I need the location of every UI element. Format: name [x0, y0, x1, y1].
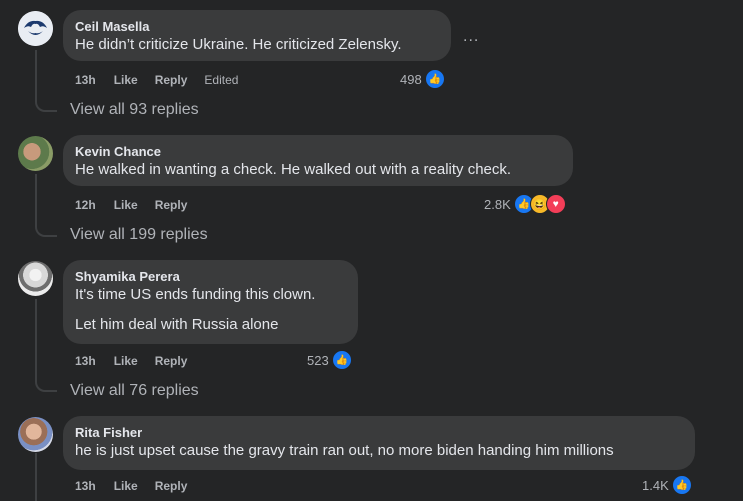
reaction-count: 1.4K — [642, 477, 669, 493]
thread-curve — [35, 378, 57, 392]
like-button[interactable]: Like — [114, 354, 138, 368]
love-reaction-icon: ♥ — [545, 194, 566, 214]
thread-line — [35, 453, 37, 501]
comment-timestamp[interactable]: 13h — [75, 479, 96, 493]
comment-bubble: Shyamika Perera It's time US ends fundin… — [63, 260, 358, 344]
like-button[interactable]: Like — [114, 198, 138, 212]
penn-state-logo-icon — [18, 11, 53, 46]
comment-text: He walked in wanting a check. He walked … — [75, 161, 512, 178]
avatar[interactable] — [18, 136, 53, 171]
edited-label[interactable]: Edited — [204, 73, 238, 87]
thread-line — [35, 174, 37, 224]
thread-curve — [35, 98, 57, 112]
comment-text: Let him deal with Russia alone — [75, 316, 279, 333]
comment-actions: 13h Like Reply Edited — [75, 73, 255, 87]
comment-author[interactable]: Shyamika Perera — [75, 268, 346, 285]
thread-line — [35, 50, 37, 100]
reply-button[interactable]: Reply — [155, 198, 188, 212]
reply-button[interactable]: Reply — [155, 73, 188, 87]
comment-text: He didn’t criticize Ukraine. He criticiz… — [75, 36, 402, 53]
comment-timestamp[interactable]: 13h — [75, 354, 96, 368]
reactions-summary[interactable]: 2.8K 👍 😆 ♥ — [484, 194, 566, 214]
comment-timestamp[interactable]: 12h — [75, 198, 96, 212]
comment-bubble: Rita Fisher he is just upset cause the g… — [63, 416, 695, 470]
reactions-summary[interactable]: 1.4K 👍 — [642, 475, 692, 495]
comment-author[interactable]: Ceil Masella — [75, 18, 439, 35]
comment-text: It's time US ends funding this clown. — [75, 286, 316, 303]
comment-text: he is just upset cause the gravy train r… — [75, 442, 614, 459]
like-button[interactable]: Like — [114, 73, 138, 87]
like-reaction-icon: 👍 — [424, 69, 445, 89]
comment-actions: 13h Like Reply — [75, 354, 204, 368]
comment-author[interactable]: Rita Fisher — [75, 424, 683, 441]
reaction-count: 2.8K — [484, 196, 511, 212]
like-reaction-icon: 👍 — [331, 350, 352, 370]
reaction-count: 498 — [400, 71, 422, 87]
reply-button[interactable]: Reply — [155, 354, 188, 368]
view-replies-link[interactable]: View all 93 replies — [70, 101, 199, 119]
reply-button[interactable]: Reply — [155, 479, 188, 493]
reaction-count: 523 — [307, 352, 329, 368]
comment-timestamp[interactable]: 13h — [75, 73, 96, 87]
view-replies-link[interactable]: View all 199 replies — [70, 226, 208, 244]
comment-actions: 13h Like Reply — [75, 479, 204, 493]
thread-curve — [35, 223, 57, 237]
view-replies-link[interactable]: View all 76 replies — [70, 382, 199, 400]
avatar[interactable] — [18, 261, 53, 296]
comment-bubble: Ceil Masella He didn’t criticize Ukraine… — [63, 10, 451, 61]
like-button[interactable]: Like — [114, 479, 138, 493]
comment-bubble: Kevin Chance He walked in wanting a chec… — [63, 135, 573, 186]
comment-author[interactable]: Kevin Chance — [75, 143, 561, 160]
avatar[interactable] — [18, 417, 53, 452]
reactions-summary[interactable]: 523 👍 — [307, 350, 352, 370]
reactions-summary[interactable]: 498 👍 — [400, 69, 445, 89]
like-reaction-icon: 👍 — [671, 475, 692, 495]
more-options-button[interactable]: ... — [463, 28, 479, 46]
comment-actions: 12h Like Reply — [75, 198, 204, 212]
thread-line — [35, 299, 37, 379]
avatar[interactable] — [18, 11, 53, 46]
